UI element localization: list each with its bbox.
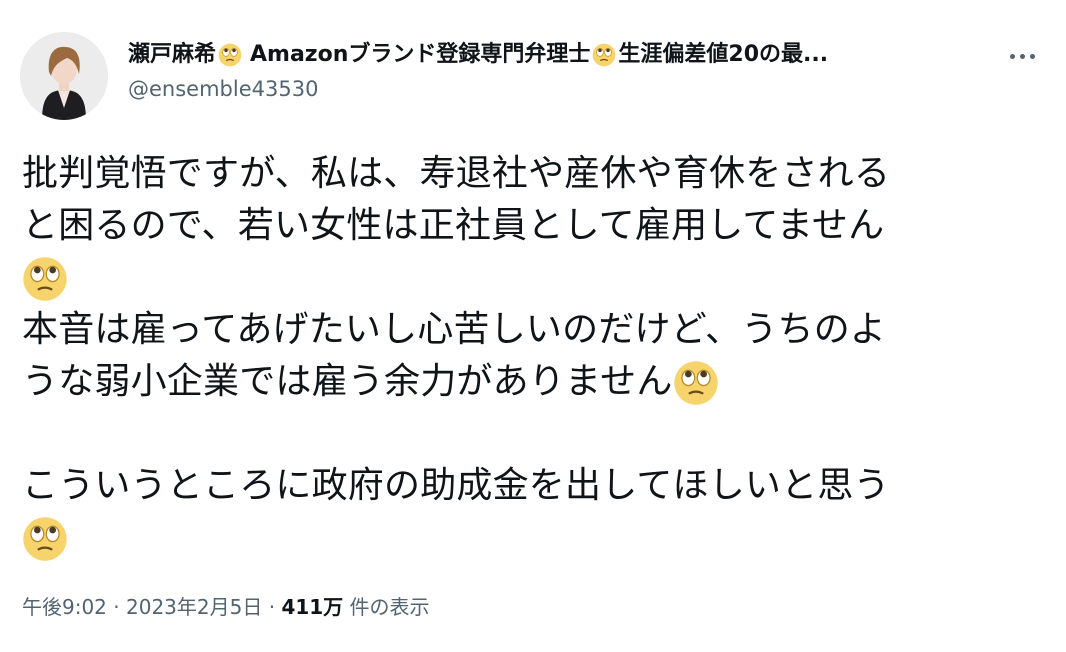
tweet-date: 2023年2月5日 <box>126 595 263 619</box>
author-name-part3: 生涯偏差値20の最... <box>618 42 829 67</box>
rolling-eyes-emoji-icon <box>23 257 67 301</box>
rolling-eyes-emoji-icon <box>673 361 718 405</box>
avatar-photo <box>20 32 108 120</box>
view-count[interactable]: 411万 <box>281 595 343 619</box>
tweet-card: 瀬戸麻希 Amazonブランド登録専門弁理士 生涯偏差値20の最... @ens… <box>0 0 1066 652</box>
view-label: 件の表示 <box>343 595 430 619</box>
tweet-line-text: うな弱小企業では雇う余力がありません <box>22 361 673 402</box>
tweet-line-emoji <box>22 252 1032 304</box>
tweet-header: 瀬戸麻希 Amazonブランド登録専門弁理士 生涯偏差値20の最... @ens… <box>20 32 1046 122</box>
tweet-time: 午後9:02 <box>22 595 107 619</box>
more-options-button[interactable] <box>1002 44 1042 68</box>
more-dot-icon <box>1019 53 1025 59</box>
tweet-line: こういうところに政府の助成金を出してほしいと思う <box>22 465 890 506</box>
tweet-line: 本音は雇ってあげたいし心苦しいのだけど、うちのよ <box>22 309 887 350</box>
rolling-eyes-emoji-icon <box>218 43 242 67</box>
rolling-eyes-emoji-icon <box>23 517 67 561</box>
separator: · <box>106 595 126 619</box>
tweet-line: 批判覚悟ですが、私は、寿退社や産休や育休をされる <box>22 153 891 194</box>
avatar[interactable] <box>20 32 108 120</box>
more-dot-icon <box>1029 53 1035 59</box>
tweet-timestamp-link[interactable]: 午後9:02 · 2023年2月5日 <box>22 595 262 619</box>
tweet-line: と困るので、若い女性は正社員として雇用してません <box>22 205 885 246</box>
tweet-line-emoji <box>22 512 1032 564</box>
more-dot-icon <box>1009 53 1015 59</box>
separator: · <box>262 595 282 619</box>
author-handle[interactable]: @ensemble43530 <box>128 74 988 104</box>
author-info: 瀬戸麻希 Amazonブランド登録専門弁理士 生涯偏差値20の最... @ens… <box>128 40 988 104</box>
tweet-text: 批判覚悟ですが、私は、寿退社や産休や育休をされる と困るので、若い女性は正社員と… <box>22 148 1032 564</box>
author-name-part2: Amazonブランド登録専門弁理士 <box>250 42 591 67</box>
tweet-metadata: 午後9:02 · 2023年2月5日 · 411万 件の表示 <box>22 591 430 620</box>
author-name-part1: 瀬戸麻希 <box>128 42 217 67</box>
rolling-eyes-emoji-icon <box>593 43 616 67</box>
tweet-line: うな弱小企業では雇う余力がありません <box>22 356 1032 408</box>
author-display-name[interactable]: 瀬戸麻希 Amazonブランド登録専門弁理士 生涯偏差値20の最... <box>128 40 988 70</box>
